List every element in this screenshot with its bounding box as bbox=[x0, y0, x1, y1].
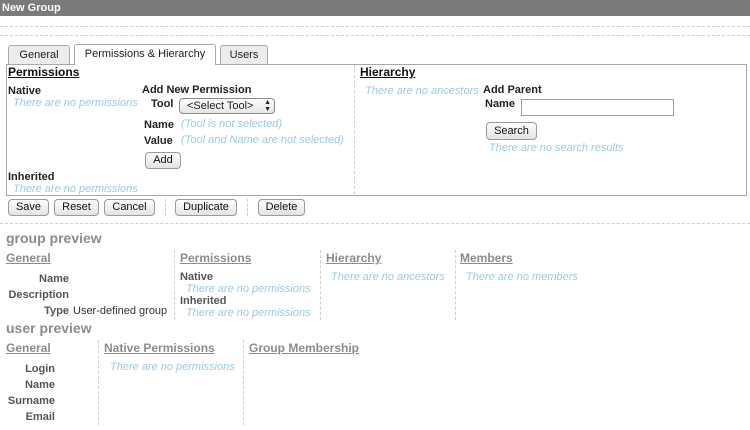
gp-hierarchy-heading: Hierarchy bbox=[326, 251, 382, 265]
parent-name-input[interactable] bbox=[521, 99, 674, 116]
up-email-label: Email bbox=[25, 411, 55, 423]
group-preview-title: group preview bbox=[6, 230, 102, 246]
search-empty-text: There are no search results bbox=[489, 142, 624, 154]
value-label: Value bbox=[144, 135, 173, 147]
up-group-membership-heading: Group Membership bbox=[249, 341, 360, 355]
column-divider bbox=[98, 340, 99, 425]
user-preview-title: user preview bbox=[6, 320, 92, 336]
search-button[interactable]: Search bbox=[486, 122, 537, 140]
column-divider bbox=[174, 250, 175, 320]
delete-button[interactable]: Delete bbox=[258, 199, 305, 216]
button-separator bbox=[247, 199, 248, 216]
native-label: Native bbox=[8, 85, 42, 97]
tab-users[interactable]: Users bbox=[220, 45, 268, 64]
gp-general-heading: General bbox=[6, 251, 51, 265]
window-title: New Group bbox=[0, 0, 750, 16]
up-name-label: Name bbox=[25, 379, 55, 391]
gp-native-empty: There are no permissions bbox=[186, 283, 311, 295]
tab-general[interactable]: General bbox=[8, 45, 70, 64]
add-permission-button[interactable]: Add bbox=[145, 152, 181, 169]
save-button[interactable]: Save bbox=[8, 199, 49, 216]
up-native-permissions-heading: Native Permissions bbox=[104, 341, 215, 355]
column-divider bbox=[243, 340, 244, 425]
gp-members-empty: There are no members bbox=[466, 271, 578, 283]
permissions-heading: Permissions bbox=[8, 65, 80, 79]
tool-select-value: <Select Tool> bbox=[187, 100, 254, 112]
gp-type-value: User-defined group bbox=[73, 305, 168, 317]
inherited-label: Inherited bbox=[8, 171, 55, 183]
add-parent-heading: Add Parent bbox=[483, 84, 542, 96]
tab-panel bbox=[6, 64, 747, 196]
add-permission-heading: Add New Permission bbox=[142, 84, 252, 96]
tab-permissions-hierarchy[interactable]: Permissions & Hierarchy bbox=[74, 44, 216, 65]
duplicate-button[interactable]: Duplicate bbox=[175, 199, 237, 216]
gp-permissions-heading: Permissions bbox=[180, 251, 252, 265]
button-separator bbox=[165, 199, 166, 216]
up-login-label: Login bbox=[25, 363, 55, 375]
column-divider bbox=[354, 65, 355, 194]
column-divider bbox=[320, 250, 321, 320]
name-hint: (Tool is not selected) bbox=[181, 118, 283, 130]
select-arrows-icon: ▲ ▼ bbox=[264, 99, 271, 113]
tool-select[interactable]: <Select Tool> ▲ ▼ bbox=[179, 98, 275, 114]
gp-inherited-label: Inherited bbox=[180, 295, 227, 307]
parent-name-label: Name bbox=[485, 98, 515, 110]
hierarchy-heading: Hierarchy bbox=[360, 65, 416, 79]
tool-label: Tool bbox=[151, 98, 174, 110]
reset-button[interactable]: Reset bbox=[54, 199, 99, 216]
value-hint: (Tool and Name are not selected) bbox=[181, 134, 344, 146]
cancel-button[interactable]: Cancel bbox=[104, 199, 155, 216]
gp-members-heading: Members bbox=[460, 251, 513, 265]
gp-name-label: Name bbox=[39, 273, 69, 285]
divider bbox=[0, 223, 750, 224]
up-general-heading: General bbox=[6, 341, 51, 355]
gp-native-label: Native bbox=[180, 271, 214, 283]
inherited-empty-text: There are no permissions bbox=[13, 183, 138, 195]
native-empty-text: There are no permissions bbox=[13, 97, 138, 109]
ancestors-empty-text: There are no ancestors bbox=[365, 85, 479, 97]
gp-description-label: Description bbox=[8, 289, 69, 301]
divider bbox=[0, 35, 750, 36]
name-label: Name bbox=[144, 119, 174, 131]
gp-inherited-empty: There are no permissions bbox=[186, 307, 311, 319]
divider bbox=[0, 26, 750, 27]
gp-type-label: Type bbox=[44, 305, 69, 317]
up-native-permissions-empty: There are no permissions bbox=[110, 361, 235, 373]
gp-hierarchy-empty: There are no ancestors bbox=[331, 271, 445, 283]
up-surname-label: Surname bbox=[7, 395, 55, 407]
column-divider bbox=[455, 250, 456, 320]
